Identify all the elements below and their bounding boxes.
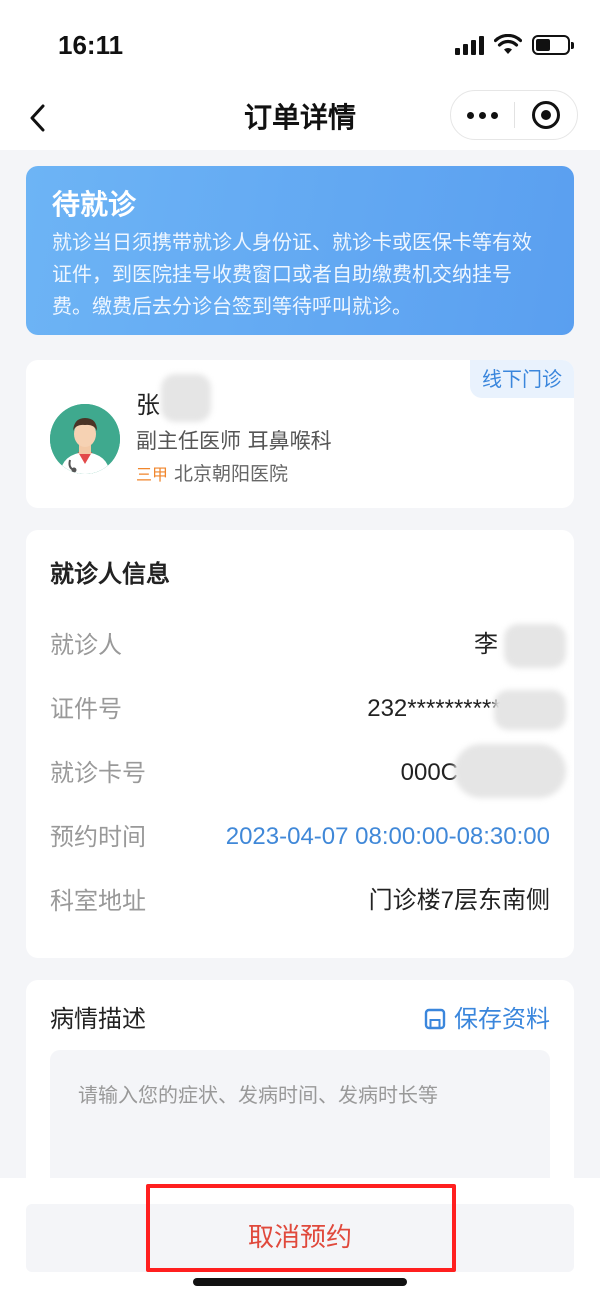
info-label: 就诊人 [50, 631, 122, 659]
signal-icon [455, 35, 484, 55]
mini-program-capsule [450, 90, 578, 140]
status-time: 16:11 [58, 30, 124, 60]
doctor-card[interactable]: 线下门诊 张 副主任医师 耳鼻喉科 三甲 北京朝阳医院 [26, 360, 574, 508]
redaction-blur [504, 624, 566, 668]
info-value: 232*********** [367, 695, 510, 722]
save-info-button[interactable]: 保存资料 [424, 1002, 550, 1036]
info-value: 门诊楼7层东南侧 [368, 887, 550, 914]
info-label: 就诊卡号 [50, 759, 146, 787]
appointment-status-banner: 待就诊 就诊当日须携带就诊人身份证、就诊卡或医保卡等有效证件，到医院挂号收费窗口… [26, 166, 574, 335]
info-label: 预约时间 [50, 823, 146, 851]
home-indicator [193, 1278, 407, 1286]
info-row-address: 科室地址 门诊楼7层东南侧 [50, 881, 550, 921]
info-row-time: 预约时间 2023-04-07 08:00:00-08:30:00 [50, 817, 550, 857]
info-row-id: 证件号 232*********** [50, 689, 550, 729]
info-row-patient: 就诊人 李 [50, 625, 550, 665]
redaction-blur [454, 744, 566, 798]
close-target-icon[interactable] [515, 91, 577, 139]
appointment-time: 2023-04-07 08:00:00-08:30:00 [225, 823, 550, 850]
more-dots-icon[interactable] [451, 91, 514, 139]
info-value: 000C [400, 759, 458, 786]
info-value: 李 [474, 631, 498, 658]
status-bar: 16:11 [0, 0, 600, 88]
nav-bar: 订单详情 [0, 88, 600, 150]
status-icons [455, 34, 574, 56]
redaction-blur [161, 374, 211, 422]
info-label: 科室地址 [50, 887, 146, 915]
save-icon [424, 1008, 446, 1030]
redaction-blur [494, 690, 566, 730]
appointment-status: 待就诊 [52, 188, 137, 221]
save-info-label: 保存资料 [454, 1005, 550, 1033]
condition-description-card: 病情描述 保存资料 请输入您的症状、发病时间、发病时长等 [26, 980, 574, 1200]
info-label: 证件号 [50, 695, 122, 723]
highlight-annotation-box [146, 1184, 456, 1272]
hospital-name: 北京朝阳医院 [174, 463, 289, 485]
wifi-icon [494, 34, 522, 54]
visit-type-badge: 线下门诊 [470, 360, 574, 398]
patient-info-card: 就诊人信息 就诊人 李 证件号 232*********** 就诊卡号 000C… [26, 530, 574, 958]
hospital-grade-badge: 三甲 [136, 465, 169, 484]
description-title: 病情描述 [50, 1005, 146, 1033]
doctor-title: 副主任医师 耳鼻喉科 [136, 429, 332, 453]
patient-info-heading: 就诊人信息 [50, 560, 170, 588]
battery-icon [532, 35, 574, 55]
doctor-name: 张 [136, 391, 160, 419]
doctor-avatar-icon [50, 404, 120, 474]
appointment-instructions: 就诊当日须携带就诊人身份证、就诊卡或医保卡等有效证件，到医院挂号收费窗口或者自助… [52, 230, 532, 318]
hospital-line: 三甲 北京朝阳医院 [136, 460, 288, 489]
